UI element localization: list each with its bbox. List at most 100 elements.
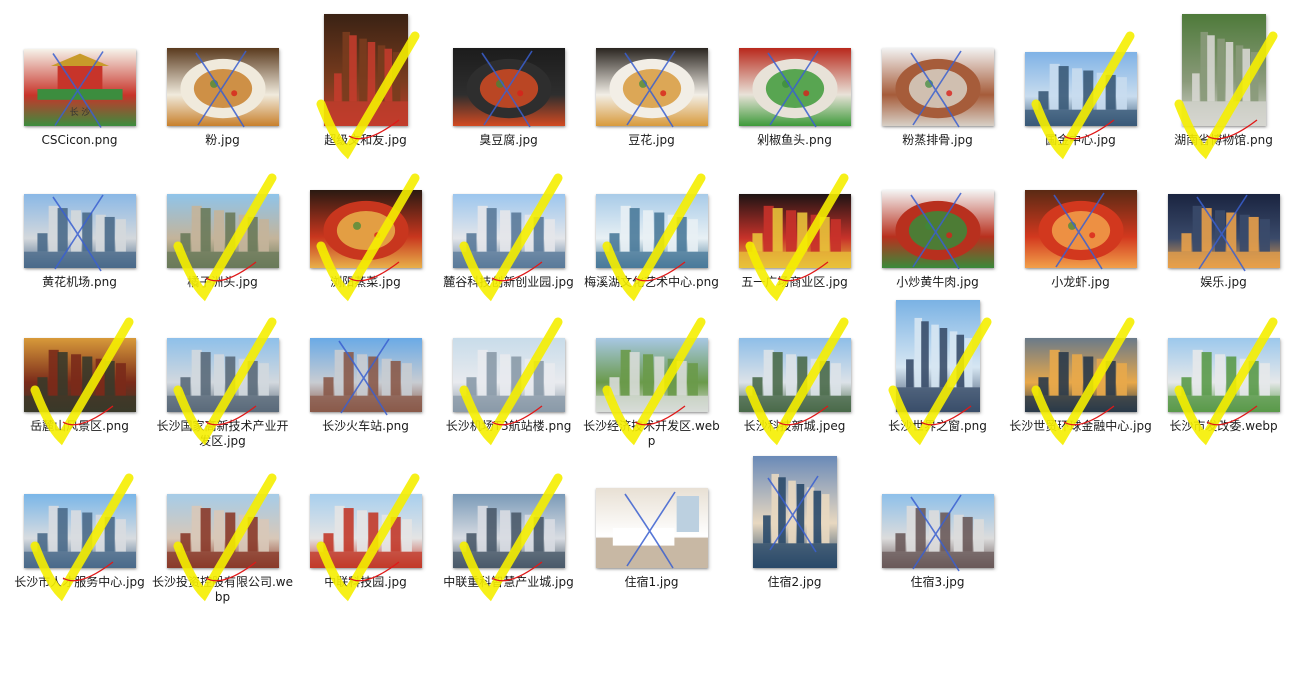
file-item[interactable]: 黄花机场.png: [8, 156, 151, 290]
file-item[interactable]: 粉蒸排骨.jpg: [866, 14, 1009, 148]
file-thumbnail-slot: [151, 156, 294, 268]
file-thumbnail[interactable]: [881, 48, 994, 126]
file-item[interactable]: 长沙国家高新技术产业开发区.jpg: [151, 300, 294, 449]
file-name-label: 剁椒鱼头.png: [757, 133, 832, 147]
file-item[interactable]: 豆花.jpg: [580, 14, 723, 148]
file-name-label: 长沙投资控股有限公司.webp: [151, 575, 293, 604]
file-item[interactable]: 梅溪湖文化艺术中心.png: [580, 156, 723, 290]
file-item[interactable]: 粉.jpg: [151, 14, 294, 148]
file-item[interactable]: 长沙投资控股有限公司.webp: [151, 456, 294, 605]
file-thumbnail[interactable]: [595, 194, 708, 268]
file-item[interactable]: 长沙世贸环球金融中心.jpg: [1009, 300, 1152, 434]
file-thumbnail[interactable]: [452, 194, 565, 268]
file-item[interactable]: 湖南省博物馆.png: [1152, 14, 1295, 148]
file-thumbnail[interactable]: [23, 194, 136, 268]
file-item[interactable]: 剁椒鱼头.png: [723, 14, 866, 148]
file-thumbnail[interactable]: [1024, 190, 1137, 268]
file-item[interactable]: 长 沙 CSCicon.png: [8, 14, 151, 148]
file-name-label: 长沙机场T3航站楼.png: [445, 419, 572, 433]
file-name-label: 橘子洲头.jpg: [187, 275, 258, 289]
file-item[interactable]: 长沙市人才服务中心.jpg: [8, 456, 151, 590]
file-name-label: 豆花.jpg: [628, 133, 675, 147]
file-thumbnail[interactable]: [166, 494, 279, 568]
file-thumbnail-slot: [1152, 14, 1295, 126]
file-item[interactable]: 小龙虾.jpg: [1009, 156, 1152, 290]
file-thumbnail[interactable]: [452, 338, 565, 412]
file-thumbnail[interactable]: [738, 194, 851, 268]
file-thumbnail[interactable]: [309, 190, 422, 268]
file-thumbnail[interactable]: [895, 300, 980, 412]
file-thumbnail-slot: [294, 456, 437, 568]
file-thumbnail-slot: [723, 300, 866, 412]
file-thumbnail[interactable]: [595, 488, 708, 568]
file-thumbnail[interactable]: [738, 48, 851, 126]
file-thumbnail[interactable]: [166, 338, 279, 412]
file-thumbnail[interactable]: [1167, 194, 1280, 268]
file-name-label: 浏阳蒸菜.jpg: [330, 275, 401, 289]
file-thumbnail-slot: [1009, 300, 1152, 412]
file-name-label: 麓谷科技创新创业园.jpg: [443, 275, 574, 289]
file-item[interactable]: 橘子洲头.jpg: [151, 156, 294, 290]
file-thumbnail[interactable]: [309, 338, 422, 412]
file-thumbnail[interactable]: 长 沙: [23, 49, 136, 126]
file-thumbnail[interactable]: [881, 494, 994, 568]
file-thumbnail[interactable]: [23, 494, 136, 568]
file-item[interactable]: 长沙经济技术开发区.webp: [580, 300, 723, 449]
file-thumbnail[interactable]: [452, 494, 565, 568]
file-thumbnail-slot: [437, 156, 580, 268]
file-thumbnail[interactable]: [323, 14, 408, 126]
file-item[interactable]: 小炒黄牛肉.jpg: [866, 156, 1009, 290]
file-item[interactable]: 长沙科技新城.jpeg: [723, 300, 866, 434]
file-thumbnail[interactable]: [595, 338, 708, 412]
file-item[interactable]: 超级文和友.jpg: [294, 14, 437, 148]
file-name-label: 小龙虾.jpg: [1051, 275, 1110, 289]
file-thumbnail[interactable]: [881, 190, 994, 268]
file-thumbnail-slot: [437, 14, 580, 126]
file-name-label: 长沙市人才服务中心.jpg: [14, 575, 145, 589]
file-thumbnail-slot: [151, 456, 294, 568]
file-thumbnail[interactable]: [1024, 52, 1137, 126]
file-item[interactable]: 臭豆腐.jpg: [437, 14, 580, 148]
file-item[interactable]: 五一广场商业区.jpg: [723, 156, 866, 290]
file-thumbnail[interactable]: [595, 48, 708, 126]
file-item[interactable]: 长沙机场T3航站楼.png: [437, 300, 580, 434]
file-item[interactable]: 长沙世界之窗.png: [866, 300, 1009, 434]
file-thumbnail[interactable]: [1167, 338, 1280, 412]
file-name-label: 娱乐.jpg: [1200, 275, 1247, 289]
file-item[interactable]: 住宿3.jpg: [866, 456, 1009, 590]
file-thumbnail[interactable]: [452, 48, 565, 126]
file-thumbnail-slot: [723, 156, 866, 268]
file-name-label: 长沙科技新城.jpeg: [743, 419, 846, 433]
file-name-label: 岳麓山风景区.png: [30, 419, 129, 433]
file-thumbnail-slot: [294, 300, 437, 412]
file-thumbnail[interactable]: [309, 494, 422, 568]
file-item[interactable]: 长沙火车站.png: [294, 300, 437, 434]
file-name-label: 粉蒸排骨.jpg: [902, 133, 973, 147]
file-thumbnail-slot: [294, 14, 437, 126]
file-item[interactable]: 岳麓山风景区.png: [8, 300, 151, 434]
file-item[interactable]: 中联科技园.jpg: [294, 456, 437, 590]
file-item[interactable]: 国金中心.jpg: [1009, 14, 1152, 148]
file-name-label: 超级文和友.jpg: [324, 133, 407, 147]
file-name-label: 长沙国家高新技术产业开发区.jpg: [156, 419, 289, 448]
file-item[interactable]: 浏阳蒸菜.jpg: [294, 156, 437, 290]
file-thumbnail[interactable]: [166, 48, 279, 126]
file-name-label: 中联科技园.jpg: [324, 575, 407, 589]
file-item[interactable]: 麓谷科技创新创业园.jpg: [437, 156, 580, 290]
file-thumbnail-slot: [580, 300, 723, 412]
file-thumbnail-slot: [866, 156, 1009, 268]
file-item[interactable]: 住宿2.jpg: [723, 456, 866, 590]
file-item[interactable]: 娱乐.jpg: [1152, 156, 1295, 290]
file-thumbnail[interactable]: [738, 338, 851, 412]
file-thumbnail-slot: [294, 156, 437, 268]
file-thumbnail[interactable]: [23, 338, 136, 412]
file-item[interactable]: 长沙市发改委.webp: [1152, 300, 1295, 434]
file-thumbnail-slot: [437, 456, 580, 568]
file-thumbnail[interactable]: [1024, 338, 1137, 412]
file-item[interactable]: 中联重科智慧产业城.jpg: [437, 456, 580, 590]
file-thumbnail[interactable]: [752, 456, 837, 568]
file-name-label: 梅溪湖文化艺术中心.png: [584, 275, 719, 289]
file-thumbnail[interactable]: [166, 194, 279, 268]
file-item[interactable]: 住宿1.jpg: [580, 456, 723, 590]
file-thumbnail[interactable]: [1181, 14, 1266, 126]
